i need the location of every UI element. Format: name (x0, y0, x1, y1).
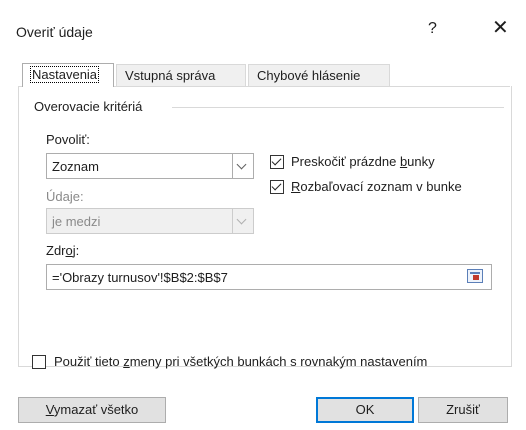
tab-input-message[interactable]: Vstupná správa (116, 64, 246, 86)
tab-input-message-label: Vstupná správa (125, 68, 216, 83)
close-button[interactable]: ✕ (492, 18, 509, 38)
cancel-button[interactable]: Zrušiť (418, 397, 508, 423)
allow-label-text: Povoliť: (46, 132, 90, 147)
dialog-title: Overiť údaje (16, 24, 93, 40)
in-cell-dropdown-checkbox[interactable] (270, 180, 284, 194)
ignore-blank-label-post: unky (407, 154, 435, 169)
tab-settings[interactable]: Nastavenia (22, 63, 114, 87)
apply-all-label-pre: Použiť tieto (54, 354, 124, 369)
in-cell-dropdown-label-post: ozbaľovací zoznam v bunke (300, 179, 462, 194)
apply-all-checkbox[interactable] (32, 355, 46, 369)
source-label-pre: Zdr (46, 243, 66, 258)
source-value: ='Obrazy turnusov'!$B$2:$B$7 (52, 270, 228, 285)
range-picker-icon[interactable] (467, 269, 483, 283)
data-value: je medzi (52, 214, 101, 229)
ok-button[interactable]: OK (316, 397, 414, 423)
source-label: Zdroj: (46, 243, 79, 258)
source-input[interactable]: ='Obrazy turnusov'!$B$2:$B$7 (46, 264, 492, 290)
tab-error-alert[interactable]: Chybové hlásenie (248, 64, 390, 86)
tab-settings-label: Nastavenia (29, 66, 100, 83)
clear-all-button[interactable]: Vymazať všetko (18, 397, 166, 423)
data-label: Údaje: (46, 189, 84, 204)
in-cell-dropdown-label: Rozbaľovací zoznam v bunke (291, 179, 462, 194)
allow-select[interactable]: Zoznam (46, 153, 254, 179)
tab-error-alert-label: Chybové hlásenie (257, 68, 361, 83)
help-button[interactable]: ? (428, 20, 437, 38)
apply-all-label-post: meny pri všetkých bunkách s rovnakým nas… (129, 354, 428, 369)
ignore-blank-label-pre: Preskočiť prázdne (291, 154, 400, 169)
data-select: je medzi (46, 208, 254, 234)
apply-all-label: Použiť tieto zmeny pri všetkých bunkách … (54, 354, 427, 369)
allow-value: Zoznam (52, 159, 99, 174)
ignore-blank-label: Preskočiť prázdne bunky (291, 154, 435, 169)
clear-all-label: ymazať všetko (53, 402, 139, 417)
chevron-down-icon[interactable] (232, 154, 253, 178)
criteria-group-label: Overovacie kritériá (34, 99, 143, 114)
chevron-down-icon (232, 209, 253, 233)
allow-label: Povoliť: (46, 132, 90, 147)
clear-all-accel: V (45, 402, 54, 417)
criteria-group-line (172, 107, 504, 108)
ignore-blank-checkbox[interactable] (270, 155, 284, 169)
source-label-post: j: (72, 243, 80, 258)
in-cell-dropdown-label-accel: R (291, 179, 301, 194)
source-label-accel: o (65, 243, 73, 258)
